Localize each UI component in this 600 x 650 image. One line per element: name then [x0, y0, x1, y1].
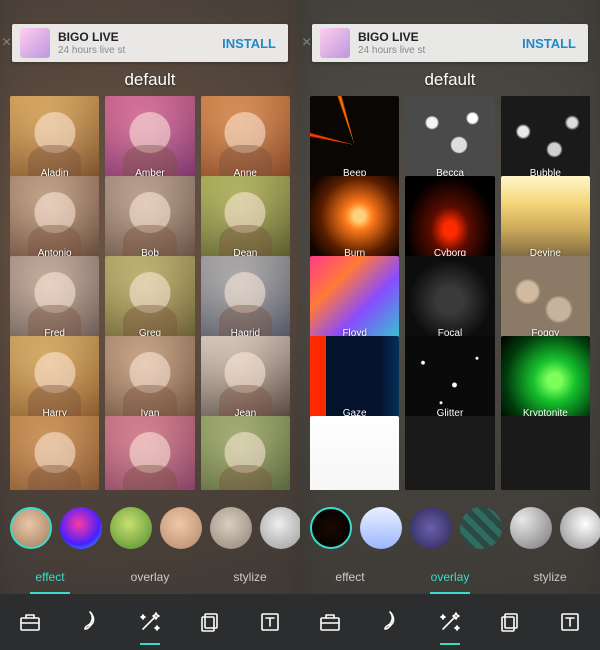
ad-thumbnail: [320, 28, 350, 58]
overlay-tile[interactable]: Glitter: [405, 336, 494, 425]
effect-grid: AladinAmberAnne AntonioBobDean FredGregHag…: [0, 96, 300, 490]
overlay-tile[interactable]: Devine: [501, 176, 590, 265]
effect-preview-5[interactable]: [210, 507, 252, 549]
overlay-tile[interactable]: Burn: [310, 176, 399, 265]
category-tabs: effectoverlaystylize: [300, 560, 600, 594]
layers-icon[interactable]: [197, 609, 223, 635]
ad-banner[interactable]: ×BIGO LIVE24 hours live stINSTALL: [12, 24, 288, 62]
effect-tile[interactable]: [201, 416, 290, 490]
ad-title: BIGO LIVE: [358, 30, 510, 44]
effect-preview-4[interactable]: [160, 507, 202, 549]
overlay-tile[interactable]: [310, 416, 399, 490]
ad-subtitle: 24 hours live st: [58, 45, 210, 56]
tab-overlay[interactable]: overlay: [100, 560, 200, 594]
overlay-preview-2[interactable]: [360, 507, 402, 549]
tab-effect[interactable]: effect: [300, 560, 400, 594]
effect-tile[interactable]: Harry: [10, 336, 99, 425]
effect-tile[interactable]: Fred: [10, 256, 99, 345]
brush-icon[interactable]: [377, 609, 403, 635]
effect-tile[interactable]: Jean: [201, 336, 290, 425]
overlay-tile[interactable]: Gaze: [310, 336, 399, 425]
effect-tile[interactable]: Greg: [105, 256, 194, 345]
screen-right: ×BIGO LIVE24 hours live stINSTALLdefault…: [300, 0, 600, 650]
install-button[interactable]: INSTALL: [210, 36, 288, 51]
effect-tile[interactable]: [105, 416, 194, 490]
effect-preview-6[interactable]: [260, 507, 300, 549]
overlay-preview-5[interactable]: [510, 507, 552, 549]
page-title: default: [0, 70, 300, 90]
effect-tile[interactable]: Aladin: [10, 96, 99, 185]
page-title: default: [300, 70, 600, 90]
overlay-preview-1[interactable]: [310, 507, 352, 549]
tab-effect[interactable]: effect: [0, 560, 100, 594]
close-icon[interactable]: ×: [0, 30, 15, 56]
tab-stylize[interactable]: stylize: [500, 560, 600, 594]
effect-tile[interactable]: Anne: [201, 96, 290, 185]
effect-preview-1[interactable]: [10, 507, 52, 549]
overlay-grid: BeepBeccaBubble BurnCyborgDevine FloydFoca…: [300, 96, 600, 490]
overlay-preview-4[interactable]: [460, 507, 502, 549]
overlay-tile[interactable]: Kryptonite: [501, 336, 590, 425]
overlay-tile[interactable]: Beep: [310, 96, 399, 185]
magic-wand-icon[interactable]: [137, 609, 163, 635]
ad-title: BIGO LIVE: [58, 30, 210, 44]
category-tabs: effectoverlaystylize: [0, 560, 300, 594]
bottom-toolbar: [300, 594, 600, 650]
preview-strip[interactable]: [300, 490, 600, 560]
tab-stylize[interactable]: stylize: [200, 560, 300, 594]
install-button[interactable]: INSTALL: [510, 36, 588, 51]
bottom-toolbar: [0, 594, 300, 650]
text-frame-icon[interactable]: [257, 609, 283, 635]
overlay-preview-6[interactable]: [560, 507, 600, 549]
overlay-tile[interactable]: Floyd: [310, 256, 399, 345]
overlay-tile[interactable]: [501, 416, 590, 490]
overlay-tile[interactable]: [405, 416, 494, 490]
ad-subtitle: 24 hours live st: [358, 45, 510, 56]
overlay-tile[interactable]: Becca: [405, 96, 494, 185]
effect-preview-3[interactable]: [110, 507, 152, 549]
ad-thumbnail: [20, 28, 50, 58]
overlay-preview-3[interactable]: [410, 507, 452, 549]
magic-wand-icon[interactable]: [437, 609, 463, 635]
effect-tile[interactable]: Dean: [201, 176, 290, 265]
toolbox-icon[interactable]: [317, 609, 343, 635]
close-icon[interactable]: ×: [300, 30, 315, 56]
effect-tile[interactable]: [10, 416, 99, 490]
effect-tile[interactable]: Bob: [105, 176, 194, 265]
effect-tile[interactable]: Ivan: [105, 336, 194, 425]
text-frame-icon[interactable]: [557, 609, 583, 635]
effect-tile[interactable]: Hagrid: [201, 256, 290, 345]
brush-icon[interactable]: [77, 609, 103, 635]
preview-strip[interactable]: [0, 490, 300, 560]
overlay-tile[interactable]: Focal: [405, 256, 494, 345]
overlay-tile[interactable]: Bubble: [501, 96, 590, 185]
effect-tile[interactable]: Amber: [105, 96, 194, 185]
layers-icon[interactable]: [497, 609, 523, 635]
overlay-tile[interactable]: Cyborg: [405, 176, 494, 265]
screen-left: ×BIGO LIVE24 hours live stINSTALLdefault…: [0, 0, 300, 650]
ad-banner[interactable]: ×BIGO LIVE24 hours live stINSTALL: [312, 24, 588, 62]
overlay-tile[interactable]: Foggy: [501, 256, 590, 345]
effect-preview-2[interactable]: [60, 507, 102, 549]
effect-tile[interactable]: Antonio: [10, 176, 99, 265]
tab-overlay[interactable]: overlay: [400, 560, 500, 594]
toolbox-icon[interactable]: [17, 609, 43, 635]
